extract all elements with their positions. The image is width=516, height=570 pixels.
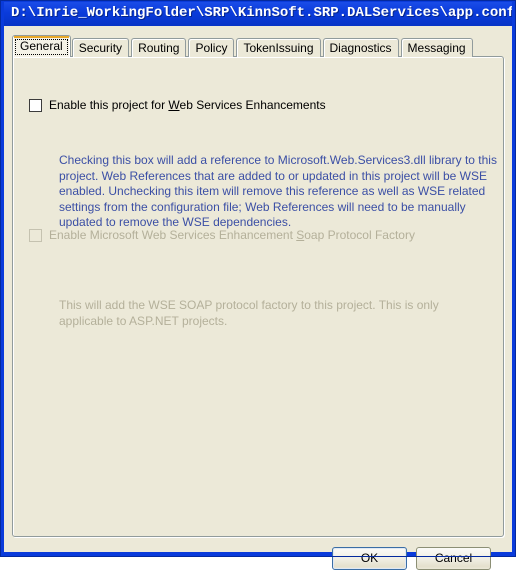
tab-strip: General Security Routing Policy TokenIss… (12, 35, 475, 57)
wse-settings-dialog: D:\Inrie_WorkingFolder\SRP\KinnSoft.SRP.… (0, 0, 516, 570)
cancel-button[interactable]: Cancel (416, 547, 491, 570)
enable-wse-label: Enable this project for Web Services Enh… (49, 98, 326, 113)
ok-button[interactable]: OK (332, 547, 407, 570)
enable-soap-factory-label: Enable Microsoft Web Services Enhancemen… (49, 228, 415, 243)
tab-general-label: General (20, 39, 63, 53)
window-title: D:\Inrie_WorkingFolder\SRP\KinnSoft.SRP.… (11, 5, 512, 21)
dialog-client-area: General Security Routing Policy TokenIss… (4, 26, 512, 570)
tab-routing[interactable]: Routing (131, 38, 187, 57)
enable-wse-description: Checking this box will add a reference t… (59, 153, 497, 229)
enable-soap-factory-checkbox-row: Enable Microsoft Web Services Enhancemen… (29, 228, 415, 243)
window-titlebar: D:\Inrie_WorkingFolder\SRP\KinnSoft.SRP.… (4, 2, 512, 26)
tab-security-label: Security (78, 41, 123, 55)
tab-diagnostics-label: Diagnostics (329, 41, 392, 55)
tab-diagnostics[interactable]: Diagnostics (322, 38, 399, 57)
tab-policy[interactable]: Policy (188, 38, 235, 57)
enable-wse-label-part2: eb Services Enhancements (179, 98, 326, 112)
tab-messaging-label: Messaging (407, 41, 466, 55)
tab-routing-label: Routing (138, 41, 180, 55)
enable-soap-factory-checkbox (29, 229, 42, 242)
enable-soap-factory-label-part1: Enable Microsoft Web Services Enhancemen… (49, 228, 297, 242)
enable-soap-factory-label-part2: oap Protocol Factory (304, 228, 415, 242)
tab-tokenissuing-label: TokenIssuing (243, 41, 314, 55)
enable-wse-checkbox[interactable] (29, 99, 42, 112)
enable-wse-accel-key: W (168, 98, 180, 112)
tab-policy-label: Policy (195, 41, 228, 55)
tab-security[interactable]: Security (71, 38, 130, 57)
enable-wse-checkbox-row[interactable]: Enable this project for Web Services Enh… (29, 98, 326, 113)
tab-tokenissuing[interactable]: TokenIssuing (236, 38, 321, 57)
tab-page-general: Enable this project for Web Services Enh… (12, 56, 504, 537)
enable-wse-label-part1: Enable this project for (49, 98, 169, 112)
tab-general[interactable]: General (12, 35, 71, 57)
enable-soap-factory-description: This will add the WSE SOAP protocol fact… (59, 298, 439, 328)
tab-messaging[interactable]: Messaging (400, 38, 473, 57)
